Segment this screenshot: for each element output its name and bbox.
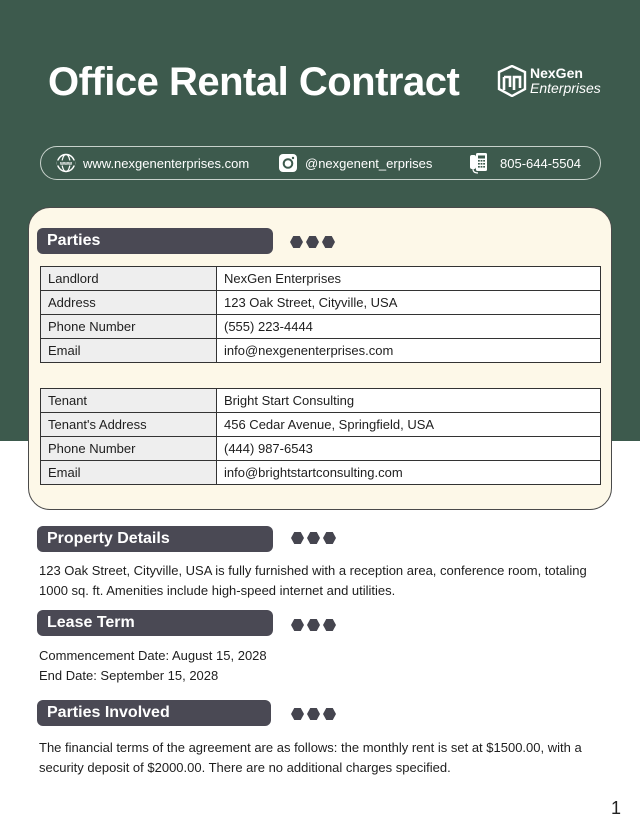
hex-dot	[291, 708, 304, 720]
contact-phone[interactable]: 805-644-5504	[468, 152, 581, 174]
financial-terms-text: The financial terms of the agreement are…	[39, 740, 582, 775]
contact-social[interactable]: @nexgenent_erprises	[277, 152, 432, 174]
landlord-table: Landlord NexGen Enterprises Address 123 Oa…	[40, 266, 601, 363]
table-row: Address 123 Oak Street, Cityville, USA	[40, 290, 601, 315]
hex-dot	[323, 708, 336, 720]
hex-dots-decoration	[291, 619, 336, 631]
table-row: Tenant Bright Start Consulting	[40, 388, 601, 413]
row-value: info@brightstartconsulting.com	[216, 460, 601, 485]
instagram-icon	[277, 152, 299, 174]
svg-text:www: www	[59, 161, 73, 167]
row-value: Bright Start Consulting	[216, 388, 601, 413]
row-label: Landlord	[40, 266, 217, 291]
hex-dot	[307, 708, 320, 720]
hex-dots-decoration	[291, 532, 336, 544]
table-row: Phone Number (444) 987-6543	[40, 436, 601, 461]
row-value: (444) 987-6543	[216, 436, 601, 461]
telephone-icon	[468, 152, 490, 174]
tenant-table: Tenant Bright Start Consulting Tenant's A…	[40, 388, 601, 485]
row-value: (555) 223-4444	[216, 314, 601, 339]
hex-dot	[291, 619, 304, 631]
hex-dot	[290, 236, 303, 248]
hex-dot	[307, 532, 320, 544]
row-label: Email	[40, 338, 217, 363]
row-value: 456 Cedar Avenue, Springfield, USA	[216, 412, 601, 437]
contact-bar: www www.nexgenenterprises.com @nexgenent…	[40, 146, 601, 180]
phone-text: 805-644-5504	[500, 155, 581, 171]
section-heading-lease-term: Lease Term	[37, 610, 273, 636]
section-heading-property-details: Property Details	[37, 526, 273, 552]
end-date: End Date: September 15, 2028	[39, 668, 219, 683]
table-row: Phone Number (555) 223-4444	[40, 314, 601, 339]
social-text: @nexgenent_erprises	[305, 155, 433, 171]
hex-dot	[322, 236, 335, 248]
website-text: www.nexgenenterprises.com	[83, 155, 250, 171]
row-value: info@nexgenenterprises.com	[216, 338, 601, 363]
page-title: Office Rental Contract	[48, 60, 460, 104]
row-label: Tenant	[40, 388, 217, 413]
row-label: Address	[40, 290, 217, 315]
commencement-date: Commencement Date: August 15, 2028	[39, 648, 267, 663]
company-logo: NexGen Enterprises	[497, 65, 601, 97]
row-label: Phone Number	[40, 436, 217, 461]
globe-www-icon: www	[55, 152, 77, 174]
row-label: Phone Number	[40, 314, 217, 339]
logo-subtitle: Enterprises	[530, 80, 601, 96]
table-row: Landlord NexGen Enterprises	[40, 266, 601, 291]
contact-website[interactable]: www www.nexgenenterprises.com	[55, 152, 249, 174]
table-row: Tenant's Address 456 Cedar Avenue, Spring…	[40, 412, 601, 437]
table-row: Email info@nexgenenterprises.com	[40, 338, 601, 363]
table-row: Email info@brightstartconsulting.com	[40, 460, 601, 485]
property-details-text: 123 Oak Street, Cityville, USA is fully …	[39, 563, 587, 598]
logo-name: NexGen	[530, 65, 583, 81]
row-label: Tenant's Address	[40, 412, 217, 437]
page-number: 1	[611, 798, 622, 818]
hex-dots-decoration	[290, 236, 335, 248]
row-value: NexGen Enterprises	[216, 266, 601, 291]
hex-dot	[306, 236, 319, 248]
hex-dot	[291, 532, 304, 544]
hex-dot	[323, 619, 336, 631]
hex-dot	[323, 532, 336, 544]
row-value: 123 Oak Street, Cityville, USA	[216, 290, 601, 315]
section-heading-parties-involved: Parties Involved	[37, 700, 271, 726]
hex-dot	[307, 619, 320, 631]
section-heading-parties: Parties	[37, 228, 273, 254]
row-label: Email	[40, 460, 217, 485]
hex-dots-decoration	[291, 708, 336, 720]
building-cube-icon	[497, 65, 527, 97]
